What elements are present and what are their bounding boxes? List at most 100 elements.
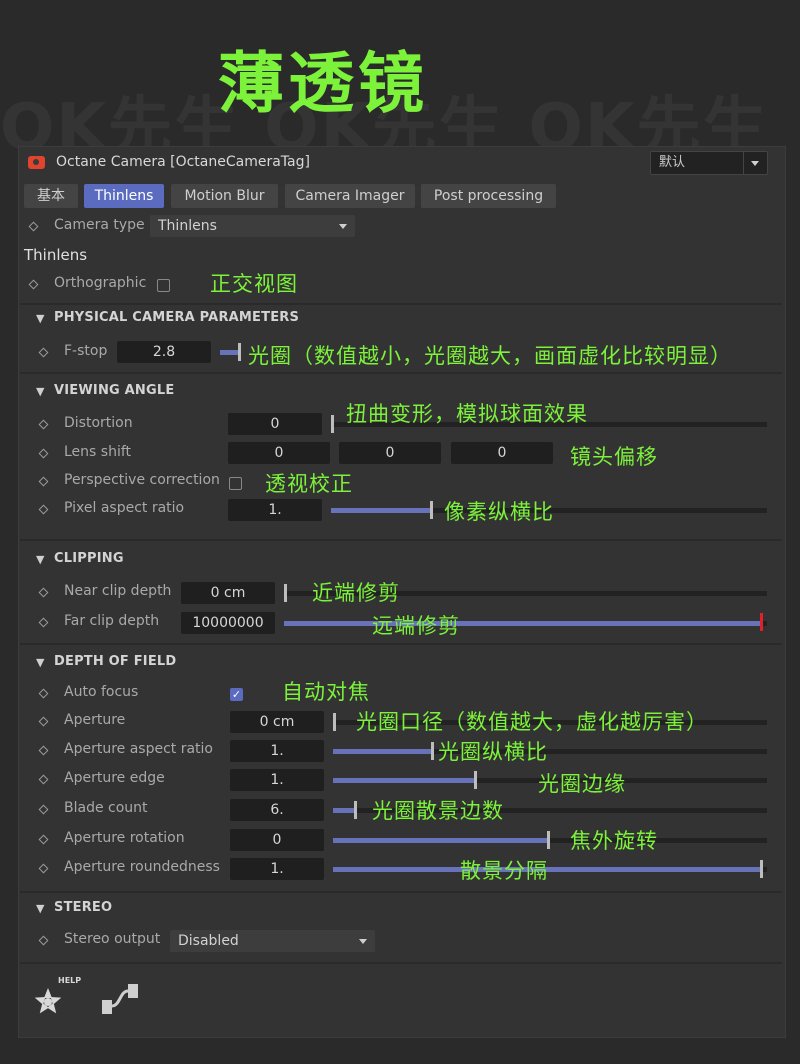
aperture-edge-label: Aperture edge — [64, 770, 165, 786]
annotation-aperture-rotation: 焦外旋转 — [570, 829, 658, 853]
annotation-perspective: 透视校正 — [265, 472, 353, 496]
aperture-aspect-slider-handle[interactable] — [431, 742, 434, 760]
divider — [20, 539, 782, 541]
far-clip-slider-fill — [284, 621, 762, 626]
section-dof-title[interactable]: DEPTH OF FIELD — [54, 654, 176, 669]
distortion-input[interactable]: 0 — [228, 413, 322, 435]
chevron-down-icon[interactable]: ▼ — [36, 312, 44, 325]
perspective-checkbox[interactable] — [229, 477, 242, 490]
section-physical-title[interactable]: PHYSICAL CAMERA PARAMETERS — [54, 310, 299, 325]
aperture-edge-input[interactable]: 1. — [230, 769, 324, 791]
pixel-aspect-input[interactable]: 1. — [228, 499, 322, 521]
perspective-label: Perspective correction — [64, 472, 220, 488]
blade-count-slider-handle[interactable] — [354, 801, 357, 819]
fstop-input[interactable]: 2.8 — [117, 341, 211, 363]
aperture-aspect-label: Aperture aspect ratio — [64, 741, 213, 757]
divider — [20, 303, 782, 305]
divider — [20, 643, 782, 645]
octane-help-icon[interactable]: HELP — [28, 976, 81, 1022]
aperture-roundedness-label: Aperture roundedness — [64, 859, 220, 875]
stereo-output-dropdown[interactable]: Disabled — [170, 930, 375, 952]
divider — [20, 372, 782, 374]
fstop-label: F-stop — [64, 343, 108, 359]
tab-camera-imager[interactable]: Camera Imager — [285, 184, 415, 208]
fstop-slider-handle[interactable] — [238, 343, 241, 361]
chevron-down-icon[interactable]: ▼ — [36, 902, 44, 915]
annotation-far-clip: 远端修剪 — [372, 614, 460, 638]
aperture-aspect-slider-fill — [333, 749, 433, 754]
tab-basic[interactable]: 基本 — [24, 184, 78, 208]
chevron-down-icon — [751, 161, 759, 166]
help-label: HELP — [58, 976, 82, 985]
orthographic-checkbox[interactable] — [157, 279, 170, 292]
camera-icon — [28, 156, 45, 169]
annotation-blade-count: 光圈散景边数 — [372, 799, 504, 823]
panel-title: Octane Camera [OctaneCameraTag] — [56, 154, 310, 170]
annotation-orthographic: 正交视图 — [210, 272, 298, 296]
camera-type-dropdown[interactable]: Thinlens — [150, 215, 355, 237]
page-title: 薄透镜 — [218, 45, 428, 122]
annotation-pixel-aspect: 像素纵横比 — [444, 500, 554, 524]
pixel-aspect-label: Pixel aspect ratio — [64, 500, 185, 516]
fstop-slider-fill — [220, 350, 238, 355]
autofocus-checkbox[interactable]: ✓ — [230, 688, 243, 701]
preset-divider — [743, 152, 744, 174]
aperture-rotation-slider-handle[interactable] — [547, 831, 550, 849]
near-clip-label: Near clip depth — [64, 583, 172, 599]
section-viewing-title[interactable]: VIEWING ANGLE — [54, 383, 174, 398]
autofocus-label: Auto focus — [64, 684, 139, 700]
pixel-aspect-slider-fill — [331, 508, 431, 513]
near-clip-input[interactable]: 0 cm — [181, 582, 275, 604]
annotation-distortion: 扭曲变形，模拟球面效果 — [346, 402, 588, 426]
tab-motion-blur[interactable]: Motion Blur — [171, 184, 278, 208]
annotation-aperture-roundedness: 散景分隔 — [460, 859, 548, 883]
group-title: Thinlens — [24, 246, 88, 264]
lens-shift-label: Lens shift — [64, 444, 132, 460]
divider — [20, 891, 782, 893]
camera-type-value: Thinlens — [158, 218, 217, 234]
far-clip-input[interactable]: 10000000 — [181, 612, 275, 634]
section-clipping-title[interactable]: CLIPPING — [54, 551, 124, 566]
tab-post-processing[interactable]: Post processing — [421, 184, 556, 208]
stereo-output-value: Disabled — [178, 933, 239, 949]
distortion-slider-handle[interactable] — [331, 415, 334, 433]
near-clip-slider-handle[interactable] — [284, 584, 287, 602]
blade-count-input[interactable]: 6. — [230, 799, 324, 821]
aperture-rotation-label: Aperture rotation — [64, 830, 185, 846]
far-clip-label: Far clip depth — [64, 613, 160, 629]
aperture-roundedness-slider-handle[interactable] — [760, 860, 763, 878]
pixel-aspect-slider-handle[interactable] — [430, 501, 433, 519]
aperture-edge-slider-handle[interactable] — [474, 771, 477, 789]
lens-shift-z-input[interactable]: 0 — [451, 442, 553, 464]
chevron-down-icon — [339, 224, 347, 229]
chevron-down-icon[interactable]: ▼ — [36, 656, 44, 669]
preset-value: 默认 — [659, 155, 686, 170]
aperture-rotation-input[interactable]: 0 — [230, 829, 324, 851]
aperture-label: Aperture — [64, 712, 126, 728]
far-clip-slider-handle[interactable] — [760, 613, 763, 631]
aperture-input[interactable]: 0 cm — [230, 711, 324, 733]
annotation-aperture: 光圈口径（数值越大，虚化越厉害） — [356, 710, 708, 734]
annotation-aperture-aspect: 光圈纵横比 — [438, 740, 548, 764]
divider — [20, 962, 782, 964]
annotation-fstop: 光圈（数值越小，光圈越大，画面虚化比较明显） — [248, 344, 732, 368]
aperture-aspect-input[interactable]: 1. — [230, 740, 324, 762]
chevron-down-icon[interactable]: ▼ — [36, 385, 44, 398]
aperture-rotation-slider-fill — [333, 838, 548, 843]
aperture-roundedness-input[interactable]: 1. — [230, 858, 324, 880]
tab-thinlens[interactable]: Thinlens — [84, 184, 164, 208]
lens-shift-y-input[interactable]: 0 — [339, 442, 441, 464]
section-stereo-title[interactable]: STEREO — [54, 900, 112, 915]
aperture-slider-handle[interactable] — [333, 713, 336, 731]
chevron-down-icon — [359, 939, 367, 944]
stereo-output-label: Stereo output — [64, 931, 161, 947]
aperture-edge-slider-fill — [333, 778, 475, 783]
chevron-down-icon[interactable]: ▼ — [36, 553, 44, 566]
camera-type-label: Camera type — [54, 217, 145, 233]
preset-dropdown[interactable]: 默认 — [650, 151, 768, 175]
distortion-label: Distortion — [64, 415, 133, 431]
node-editor-icon[interactable] — [100, 980, 142, 1020]
annotation-near-clip: 近端修剪 — [312, 581, 400, 605]
orthographic-label: Orthographic — [54, 275, 147, 291]
lens-shift-x-input[interactable]: 0 — [228, 442, 330, 464]
